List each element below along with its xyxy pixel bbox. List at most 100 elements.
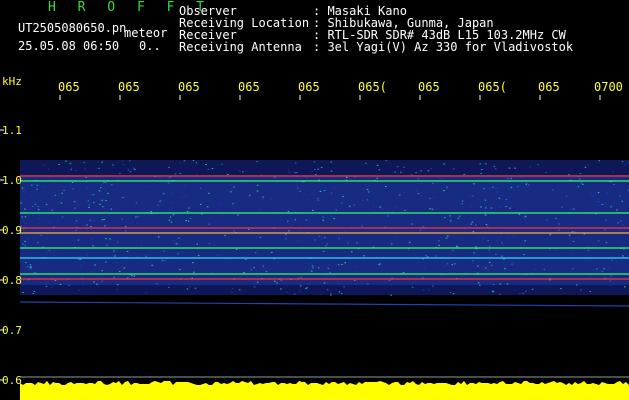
noise-speckle [95, 277, 97, 279]
noise-speckle [479, 284, 481, 286]
noise-speckle [112, 164, 114, 166]
noise-speckle [285, 238, 287, 240]
noise-speckle [411, 223, 414, 225]
noise-speckle [184, 185, 186, 187]
noise-speckle [463, 173, 465, 175]
noise-speckle [351, 251, 353, 253]
noise-speckle [378, 264, 380, 266]
noise-speckle [390, 294, 392, 296]
noise-speckle [611, 259, 613, 261]
noise-speckle [552, 189, 554, 191]
noise-speckle [300, 285, 302, 287]
noise-speckle [151, 264, 153, 266]
noise-speckle [322, 216, 324, 218]
noise-speckle [577, 186, 580, 188]
noise-speckle [493, 165, 496, 167]
noise-speckle [37, 242, 39, 244]
noise-speckle [48, 250, 51, 252]
noise-speckle [612, 171, 614, 173]
noise-speckle [158, 236, 160, 238]
noise-speckle [31, 205, 34, 207]
noise-speckle [531, 288, 534, 290]
noise-speckle [525, 184, 528, 186]
noise-speckle [426, 256, 429, 258]
noise-speckle [42, 246, 44, 248]
noise-speckle [473, 183, 475, 185]
noise-speckle [168, 166, 170, 168]
noise-speckle [595, 191, 597, 193]
noise-speckle [311, 171, 313, 173]
noise-speckle [135, 216, 137, 218]
noise-speckle [300, 229, 302, 231]
noise-speckle [293, 293, 296, 295]
noise-speckle [582, 183, 584, 185]
noise-speckle [443, 190, 445, 192]
noise-speckle [568, 174, 570, 176]
noise-speckle [123, 267, 126, 269]
noise-speckle [167, 182, 170, 184]
noise-speckle [36, 188, 38, 190]
noise-speckle [299, 290, 301, 292]
noise-speckle [549, 234, 552, 236]
noise-speckle [365, 162, 367, 164]
noise-speckle [423, 266, 426, 268]
mode-label: meteor [124, 26, 168, 40]
noise-speckle [366, 189, 369, 191]
signal-power-band [20, 381, 629, 400]
noise-speckle [381, 208, 384, 210]
noise-speckle [485, 224, 488, 226]
noise-speckle [77, 239, 80, 241]
noise-speckle [523, 254, 525, 256]
x-tick-label: 065 [178, 80, 200, 94]
noise-speckle [137, 215, 140, 217]
file-name: UT2505080650.pn [18, 21, 127, 35]
noise-speckle [192, 262, 194, 264]
noise-speckle [297, 241, 300, 242]
noise-speckle [104, 182, 107, 184]
noise-speckle [140, 244, 143, 246]
noise-speckle [605, 242, 608, 244]
noise-speckle [288, 172, 291, 174]
noise-speckle [31, 195, 33, 196]
noise-speckle [305, 288, 307, 289]
noise-speckle [545, 171, 547, 173]
noise-speckle [80, 265, 82, 267]
noise-speckle [194, 287, 197, 289]
noise-speckle [341, 263, 343, 265]
noise-speckle [168, 219, 171, 221]
noise-speckle [294, 172, 296, 174]
noise-speckle [470, 223, 472, 225]
noise-speckle [337, 264, 340, 266]
noise-speckle [606, 191, 609, 193]
noise-speckle [588, 259, 591, 261]
noise-speckle [455, 245, 458, 247]
noise-speckle [306, 199, 308, 201]
noise-speckle [403, 166, 405, 168]
noise-speckle [624, 286, 626, 288]
noise-speckle [256, 281, 259, 283]
noise-speckle [525, 182, 528, 184]
noise-speckle [104, 225, 106, 227]
noise-speckle [70, 167, 73, 169]
noise-speckle [387, 215, 389, 217]
x-tick-label: 065( [358, 80, 387, 94]
noise-speckle [294, 219, 296, 221]
noise-speckle [30, 267, 32, 269]
noise-speckle [208, 223, 210, 225]
noise-speckle [96, 283, 98, 285]
noise-speckle [587, 164, 589, 166]
noise-speckle [431, 208, 434, 210]
noise-speckle [106, 244, 108, 246]
noise-speckle [183, 161, 185, 162]
noise-speckle [102, 206, 104, 208]
noise-speckle [354, 265, 356, 267]
noise-speckle [224, 235, 226, 237]
noise-speckle [21, 216, 23, 218]
noise-speckle [113, 276, 115, 278]
noise-speckle [287, 220, 289, 222]
noise-speckle [176, 243, 178, 245]
noise-speckle [558, 223, 560, 225]
noise-speckle [299, 191, 301, 192]
noise-speckle [179, 172, 182, 174]
noise-speckle [110, 184, 112, 186]
